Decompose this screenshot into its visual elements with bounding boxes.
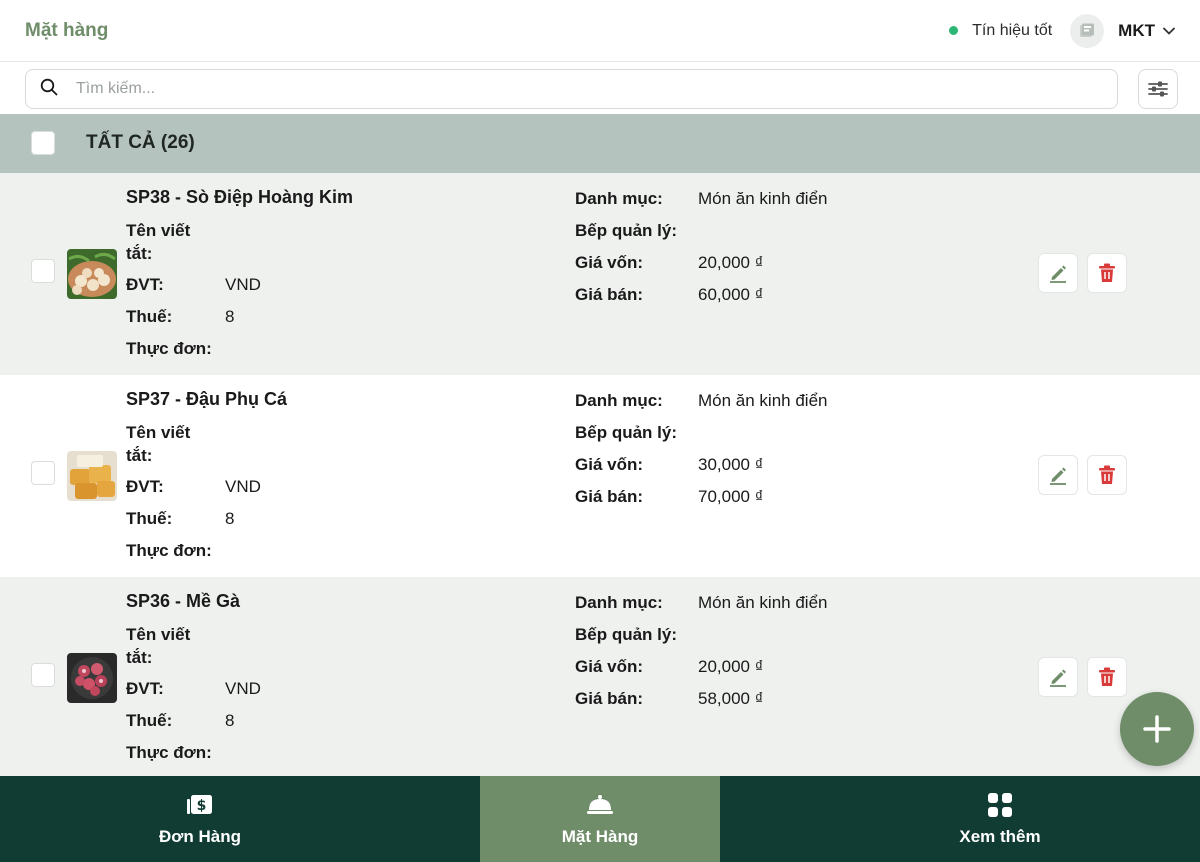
money-bill-icon: $ [186,791,214,819]
price-value: 70,000 ₫ [698,487,764,506]
nav-orders-label: Đơn Hàng [159,827,241,846]
plus-icon [1143,715,1171,743]
nav-more-label: Xem thêm [959,827,1041,846]
tax-label: Thuế: [126,509,173,528]
cloche-icon [586,791,614,819]
search-input[interactable] [76,80,1036,98]
kitchen-label: Bếp quản lý: [575,221,678,240]
trash-icon [1099,465,1115,484]
signal-status-dot [949,26,959,35]
list-item: SP37 - Đậu Phụ Cá Tên viết tắt: ĐVT: VND… [0,375,1200,577]
unit-value: VND [225,477,261,496]
tax-label: Thuế: [126,307,173,326]
sliders-icon [1148,81,1168,97]
unit-value: VND [225,679,261,698]
kitchen-label: Bếp quản lý: [575,625,678,644]
pencil-icon [1050,467,1066,485]
category-label: Danh mục: [575,391,663,410]
item-checkbox[interactable] [31,461,55,485]
search-row [0,63,1200,114]
edit-button[interactable] [1038,253,1078,293]
tax-label: Thuế: [126,711,173,730]
price-label: Giá bán: [575,487,644,506]
avatar[interactable] [1070,13,1105,48]
pencil-icon [1050,265,1066,283]
tax-value: 8 [225,711,235,730]
add-item-button[interactable] [1120,692,1194,766]
short-name-label: Tên viết tắt: [126,221,191,263]
item-title: SP38 - Sò Điệp Hoàng Kim [126,187,354,207]
unit-label: ĐVT: [126,275,164,294]
select-all-label: TẤT CẢ (26) [86,132,195,153]
price-value: 58,000 ₫ [698,689,764,708]
unit-label: ĐVT: [126,477,164,496]
select-all-checkbox[interactable] [31,131,55,155]
menu-label: Thực đơn: [126,339,212,358]
delete-button[interactable] [1087,253,1127,293]
price-label: Giá bán: [575,285,644,304]
price-label: Giá bán: [575,689,644,708]
header-right: Tín hiệu tốt MKT [949,13,1175,48]
nav-more[interactable]: Xem thêm [800,776,1200,862]
short-name-label: Tên viết tắt: [126,423,191,465]
trash-icon [1099,667,1115,686]
item-title: SP37 - Đậu Phụ Cá [126,389,288,409]
item-checkbox[interactable] [31,663,55,687]
list-item: SP36 - Mề Gà Tên viết tắt: ĐVT: VND Thuế… [0,577,1200,779]
svg-text:$: $ [197,798,207,814]
cost-label: Giá vốn: [575,657,644,676]
pencil-icon [1050,669,1066,687]
fish-tofu-image [67,451,117,501]
list-item: SP38 - Sò Điệp Hoàng Kim Tên viết tắt: Đ… [0,173,1200,375]
store-icon [1080,23,1095,37]
user-menu-name[interactable]: MKT [1118,21,1155,41]
tax-value: 8 [225,307,235,326]
search-box[interactable] [25,69,1118,109]
cost-label: Giá vốn: [575,253,644,272]
nav-items-label: Mặt Hàng [561,827,639,846]
tax-value: 8 [225,509,235,528]
search-icon [40,78,58,101]
short-name-label: Tên viết tắt: [126,625,191,667]
nav-items[interactable]: Mặt Hàng [480,776,720,862]
category-value: Món ăn kinh điển [698,189,828,208]
scallop-image [67,249,117,299]
page-title: Mặt hàng [25,19,109,41]
chicken-gizzard-image [67,653,117,703]
select-all-bar: TẤT CẢ (26) [0,114,1200,173]
unit-value: VND [225,275,261,294]
edit-button[interactable] [1038,455,1078,495]
trash-icon [1099,263,1115,282]
grid-icon [987,791,1013,819]
price-value: 60,000 ₫ [698,285,764,304]
kitchen-label: Bếp quản lý: [575,423,678,442]
category-value: Món ăn kinh điển [698,593,828,612]
menu-label: Thực đơn: [126,743,212,762]
unit-label: ĐVT: [126,679,164,698]
item-checkbox[interactable] [31,259,55,283]
delete-button[interactable] [1087,455,1127,495]
category-value: Món ăn kinh điển [698,391,828,410]
filter-button[interactable] [1138,69,1178,109]
cost-value: 20,000 ₫ [698,253,764,272]
cost-label: Giá vốn: [575,455,644,474]
signal-status-text: Tín hiệu tốt [972,21,1053,39]
category-label: Danh mục: [575,593,663,612]
cost-value: 30,000 ₫ [698,455,764,474]
edit-button[interactable] [1038,657,1078,697]
nav-orders[interactable]: $ Đơn Hàng [0,776,400,862]
menu-label: Thực đơn: [126,541,212,560]
cost-value: 20,000 ₫ [698,657,764,676]
category-label: Danh mục: [575,189,663,208]
chevron-down-icon[interactable] [1163,27,1175,35]
delete-button[interactable] [1087,657,1127,697]
app-header: Mặt hàng Tín hiệu tốt MKT [0,0,1200,62]
item-title: SP36 - Mề Gà [126,591,241,611]
bottom-nav: $ Đơn Hàng Mặt Hàng Xem thêm [0,776,1200,862]
